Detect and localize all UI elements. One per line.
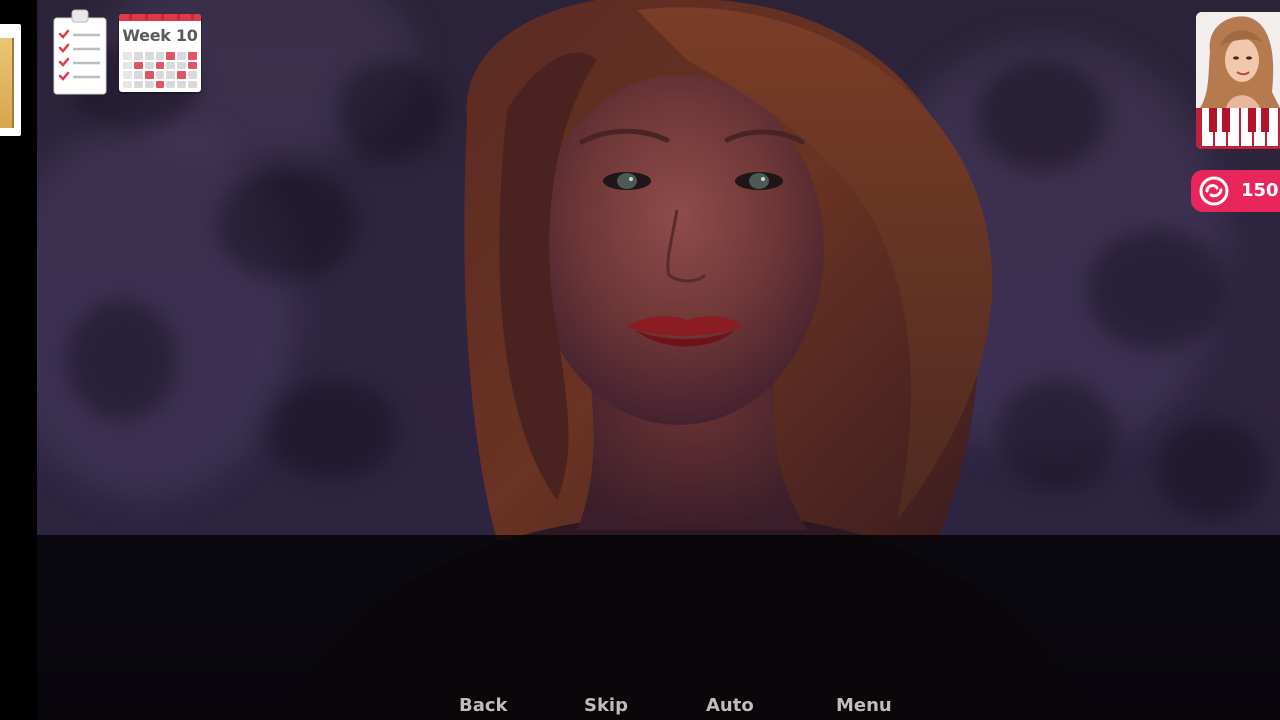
menu-button[interactable]: Menu [836, 694, 892, 718]
cute-points-icon [1199, 176, 1229, 206]
dialogue-window[interactable] [37, 535, 1280, 720]
points-value: 150 [1241, 180, 1279, 201]
skip-button[interactable]: Skip [584, 694, 628, 718]
auto-button[interactable]: Auto [706, 694, 754, 718]
game-screen: Week 10 150 Back Skip Auto Menu [0, 0, 1280, 720]
back-button[interactable]: Back [459, 694, 508, 718]
character-portrait-icon[interactable] [1196, 12, 1280, 149]
calendar-icon[interactable]: Week 10 [119, 14, 201, 92]
left-letterbox [0, 0, 37, 720]
notebook-icon[interactable] [0, 24, 21, 136]
points-badge[interactable]: 150 [1191, 170, 1280, 212]
notes-checklist-icon[interactable] [52, 8, 108, 96]
calendar-grid [123, 52, 197, 88]
week-label: Week 10 [122, 26, 198, 45]
portrait-image [1196, 12, 1280, 149]
